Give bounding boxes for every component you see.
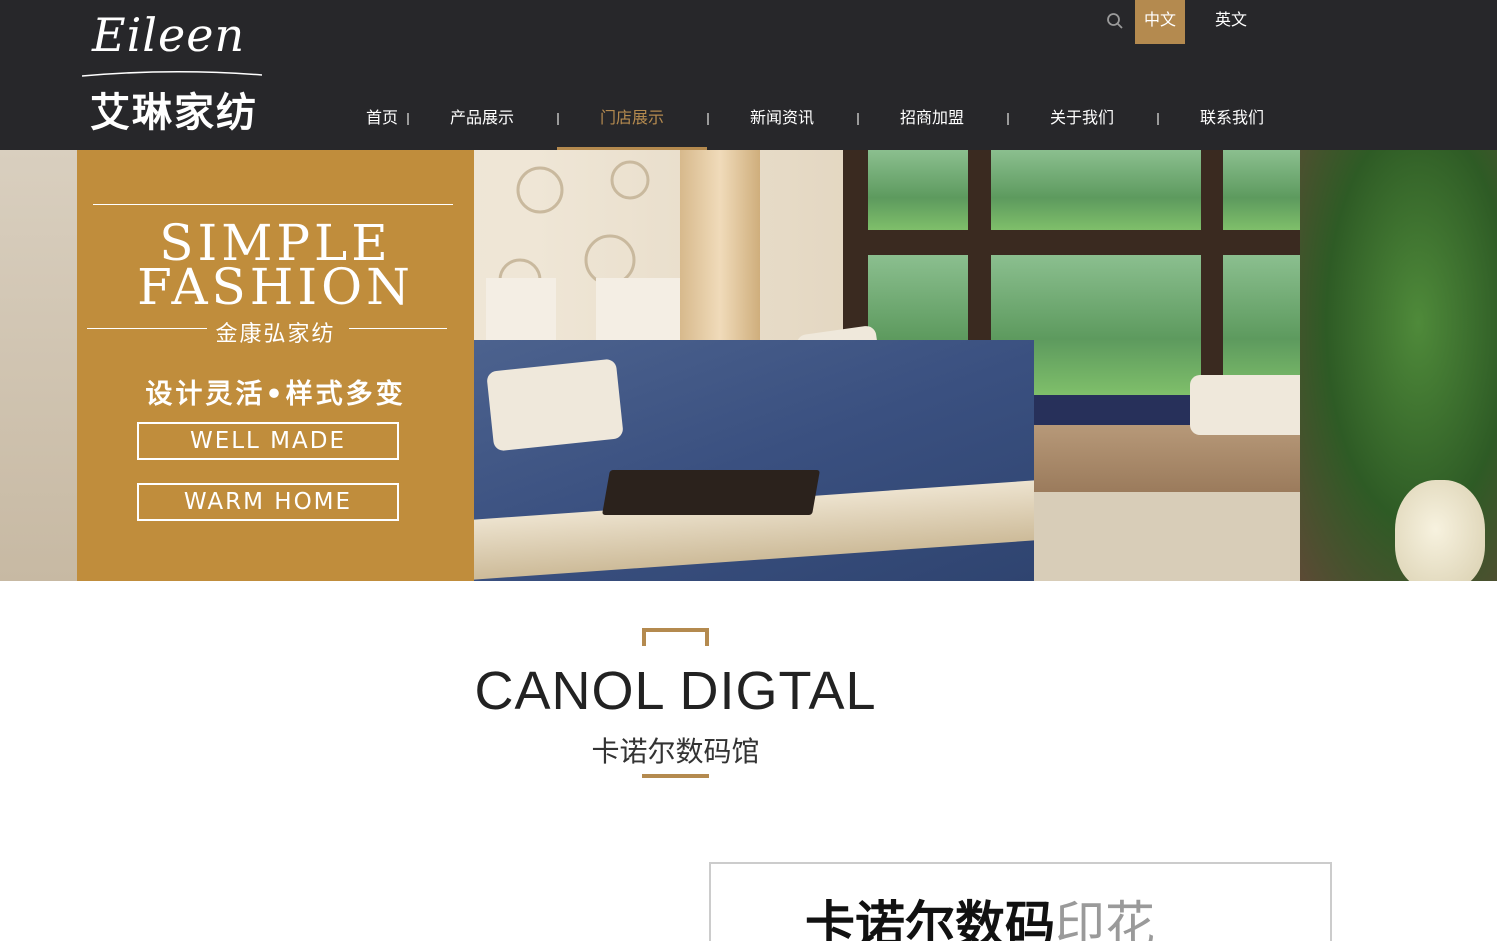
banner-pillow: [486, 358, 624, 452]
section-top-bracket: [642, 628, 709, 646]
banner-lamp: [596, 278, 680, 346]
banner-tray: [602, 470, 820, 515]
brand-logo[interactable]: Eileen 艾琳家纺: [82, 8, 267, 136]
section-title: CANOL DIGTAL: [474, 661, 877, 721]
nav-item-franchise[interactable]: 招商加盟: [857, 90, 1007, 150]
card-title-bold: 卡诺尔数码: [805, 896, 1055, 941]
promo-slogan: 设计灵活•样式多变: [145, 379, 406, 410]
promo-warm-home-box: WARM HOME: [137, 483, 399, 521]
banner-left-wall: [0, 150, 78, 581]
section-bottom-bar: [642, 774, 709, 778]
nav-item-contact[interactable]: 联系我们: [1157, 90, 1307, 150]
nav-item-stores[interactable]: 门店展示: [557, 90, 707, 150]
hero-banner[interactable]: SIMPLE FASHION 金康弘家纺 设计灵活•样式多变 WELL MADE…: [0, 150, 1497, 581]
promo-line2: FASHION: [137, 258, 414, 316]
promo-divider: [349, 328, 447, 329]
nav-item-about[interactable]: 关于我们: [1007, 90, 1157, 150]
feature-card-title: 卡诺尔数码印花: [805, 885, 1155, 941]
logo-chinese-text: 艾琳家纺: [90, 90, 258, 136]
site-header: Eileen 艾琳家纺 中文 英文 首页 产品展示 门店展示 新闻资讯 招商加盟…: [0, 0, 1497, 150]
logo-script-text: Eileen: [92, 8, 246, 62]
promo-well-made-box: WELL MADE: [137, 422, 399, 460]
main-nav: 首页 产品展示 门店展示 新闻资讯 招商加盟 关于我们 联系我们: [307, 90, 1307, 150]
logo-swoosh: [82, 71, 262, 77]
card-title-grey: 印花: [1055, 896, 1155, 941]
promo-divider: [93, 204, 453, 205]
nav-item-news[interactable]: 新闻资讯: [707, 90, 857, 150]
section-subtitle: 卡诺尔数码馆: [591, 735, 760, 768]
banner-promo-panel: SIMPLE FASHION 金康弘家纺 设计灵活•样式多变 WELL MADE…: [77, 150, 474, 581]
nav-item-products[interactable]: 产品展示: [407, 90, 557, 150]
lang-english-button[interactable]: 英文: [1206, 0, 1256, 44]
promo-brand: 金康弘家纺: [215, 322, 336, 347]
lang-chinese-button[interactable]: 中文: [1135, 0, 1185, 44]
search-icon[interactable]: [1106, 12, 1124, 30]
banner-lamp: [486, 278, 556, 348]
banner-vase: [1395, 480, 1485, 581]
